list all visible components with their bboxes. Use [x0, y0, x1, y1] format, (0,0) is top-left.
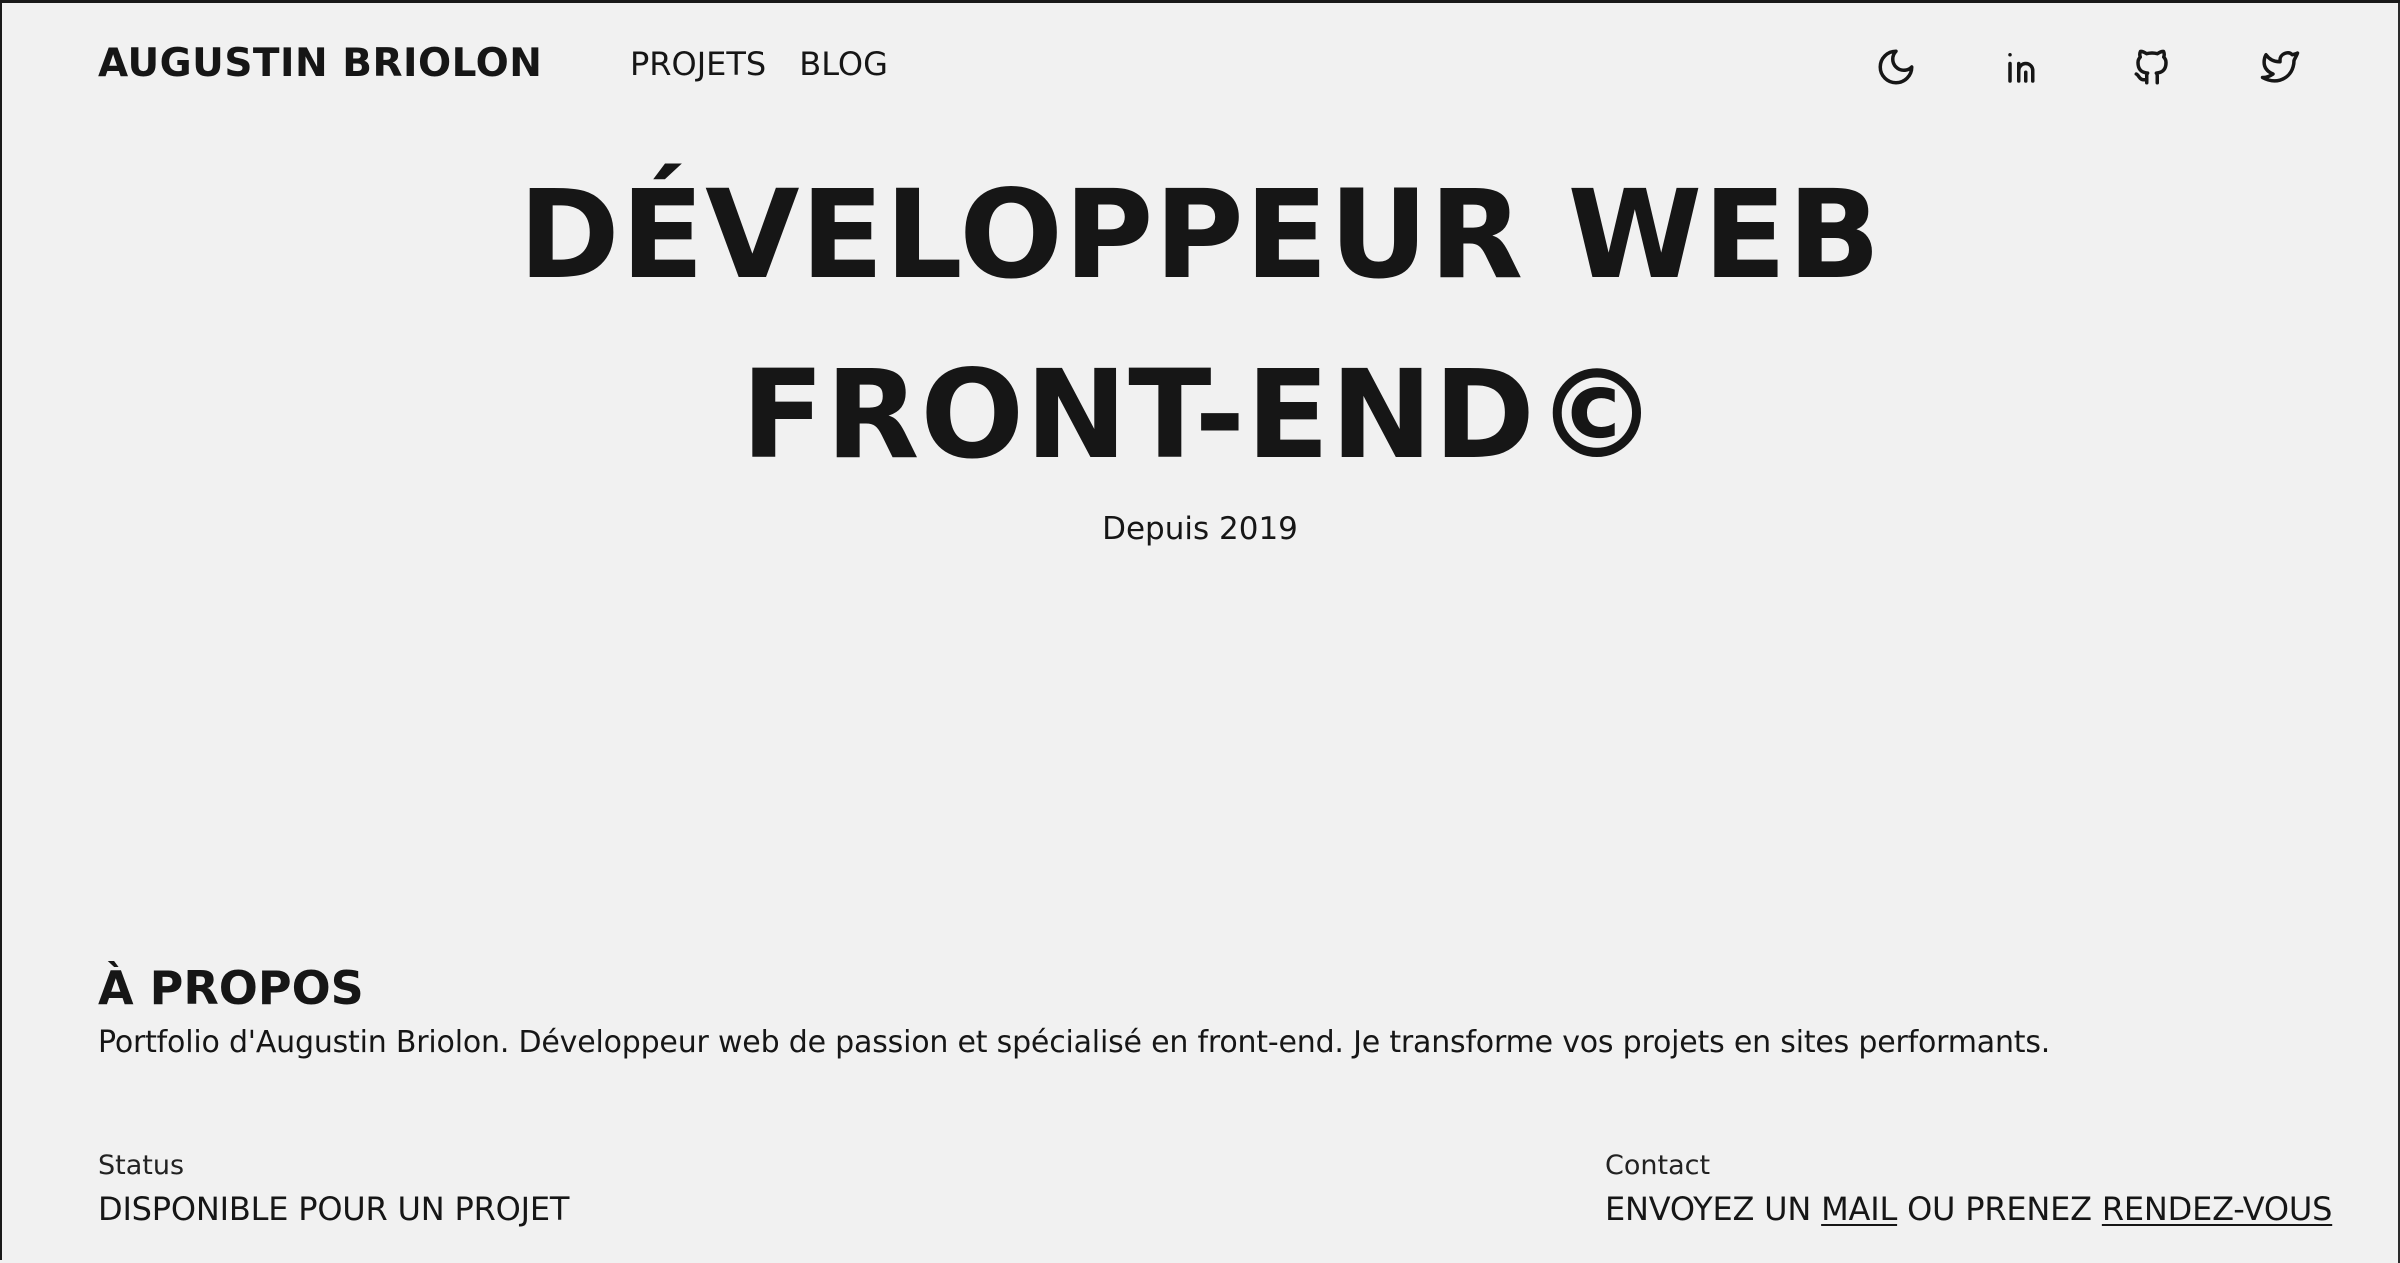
status-value: DISPONIBLE POUR UN PROJET: [98, 1190, 570, 1228]
contact-prefix: ENVOYEZ UN: [1605, 1190, 1822, 1228]
hero-title-line-2: FRONT-END©: [741, 344, 1659, 486]
rendez-vous-link[interactable]: RENDEZ-VOUS: [2102, 1190, 2333, 1228]
theme-toggle-button[interactable]: [1832, 39, 1960, 95]
linkedin-icon: [2008, 53, 2035, 83]
moon-icon: [1878, 49, 1914, 85]
linkedin-link[interactable]: [1960, 39, 2088, 95]
about-text: Portfolio d'Augustin Briolon. Développeu…: [98, 1025, 2051, 1060]
mail-link[interactable]: MAIL: [1821, 1190, 1897, 1228]
header-icons: [1832, 39, 2344, 95]
hero-title-line-1: DÉVELOPPEUR WEB: [518, 164, 1882, 306]
nav-link-projets[interactable]: PROJETS: [630, 45, 766, 83]
hero-since: Depuis 2019: [1102, 511, 1298, 547]
twitter-icon: [2260, 51, 2300, 83]
twitter-link[interactable]: [2216, 39, 2344, 95]
github-link[interactable]: [2088, 39, 2216, 95]
hero-section: DÉVELOPPEUR WEB FRONT-END© Depuis 2019: [2, 145, 2398, 547]
contact-value: ENVOYEZ UN MAIL OU PRENEZ RENDEZ-VOUS: [1605, 1190, 2332, 1228]
contact-middle: OU PRENEZ: [1897, 1190, 2102, 1228]
brand-logo-link[interactable]: AUGUSTIN BRIOLON: [98, 41, 542, 86]
contact-label: Contact: [1605, 1150, 1711, 1181]
about-title: À PROPOS: [98, 961, 364, 1015]
main-nav: PROJETS BLOG: [630, 45, 888, 83]
github-icon: [2134, 49, 2168, 85]
status-label: Status: [98, 1150, 185, 1181]
nav-link-blog[interactable]: BLOG: [799, 45, 888, 83]
